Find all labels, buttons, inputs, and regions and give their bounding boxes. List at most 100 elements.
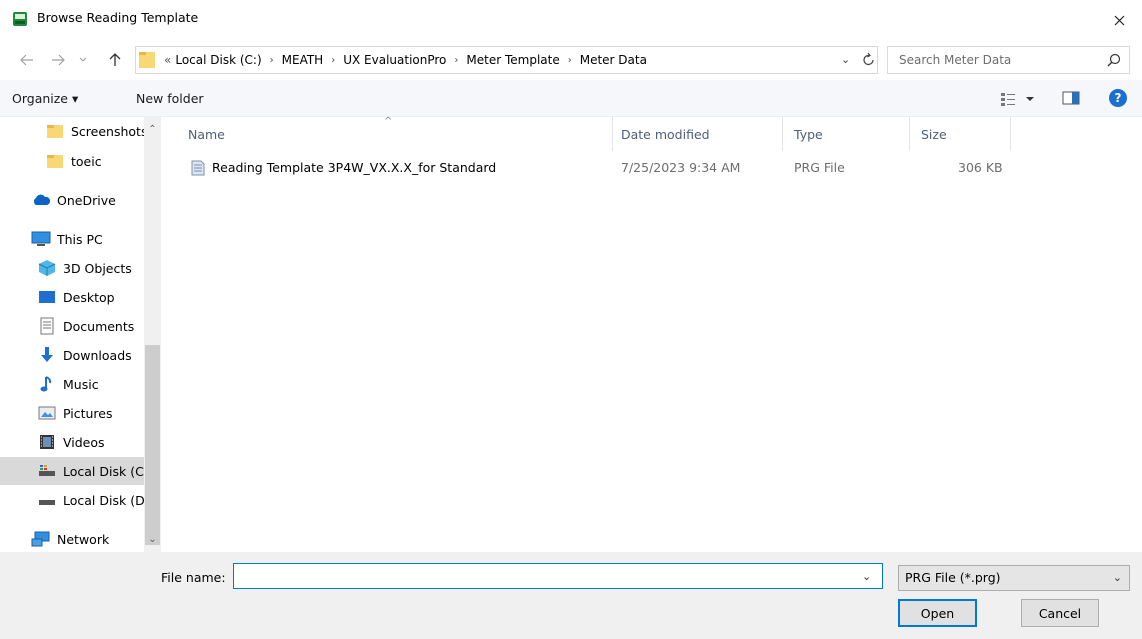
breadcrumb-item[interactable]: Local Disk (C:) bbox=[173, 53, 263, 67]
sidebar-item-label: 3D Objects bbox=[63, 260, 132, 276]
open-button[interactable]: Open bbox=[898, 599, 977, 627]
chevron-up-icon[interactable]: ⌃ bbox=[144, 121, 161, 138]
breadcrumb-item[interactable]: UX EvaluationPro bbox=[341, 53, 448, 67]
chevron-right-icon[interactable]: › bbox=[448, 55, 464, 66]
folder-icon bbox=[44, 152, 66, 170]
sidebar-item-this-pc[interactable]: This PC bbox=[0, 225, 144, 253]
column-divider[interactable] bbox=[1010, 117, 1011, 151]
chevron-down-icon[interactable]: ⌄ bbox=[144, 531, 161, 548]
sidebar-item-local-disk-d[interactable]: Local Disk (D:) bbox=[0, 486, 144, 514]
toolbar: Organize ▾ New folder ? bbox=[0, 80, 1142, 117]
breadcrumb-item[interactable]: Meter Template bbox=[464, 53, 561, 67]
forward-button[interactable] bbox=[48, 50, 68, 70]
search-input[interactable]: Search Meter Data bbox=[899, 53, 1011, 67]
breadcrumb-item[interactable]: Meter Data bbox=[578, 53, 649, 67]
file-icon bbox=[191, 160, 205, 176]
recent-locations-button[interactable] bbox=[77, 50, 89, 70]
chevron-right-icon[interactable]: › bbox=[562, 55, 578, 66]
sort-ascending-icon: ^ bbox=[384, 116, 393, 127]
file-date-modified: 7/25/2023 9:34 AM bbox=[621, 160, 741, 175]
column-header-type[interactable]: Type bbox=[794, 117, 823, 151]
sidebar-scrollbar[interactable]: ⌃ ⌄ bbox=[144, 117, 161, 552]
folder-icon bbox=[44, 122, 66, 140]
close-button[interactable] bbox=[1096, 0, 1142, 40]
chevron-right-icon[interactable]: › bbox=[325, 55, 341, 66]
column-divider[interactable] bbox=[612, 117, 613, 151]
column-divider[interactable] bbox=[782, 117, 783, 151]
file-size: 306 KB bbox=[958, 160, 1003, 175]
view-options-icon[interactable] bbox=[1000, 91, 1040, 107]
search-box[interactable]: Search Meter Data bbox=[887, 46, 1130, 74]
sidebar-item-label: Desktop bbox=[63, 289, 115, 305]
sidebar-item-local-disk-c[interactable]: Local Disk (C:) bbox=[0, 457, 144, 485]
table-row[interactable]: Reading Template 3P4W_VX.X.X_for Standar… bbox=[184, 157, 1004, 179]
sidebar-item-3d-objects[interactable]: 3D Objects bbox=[0, 254, 144, 282]
close-icon bbox=[1114, 15, 1124, 25]
address-bar[interactable]: « Local Disk (C:) › MEATH › UX Evaluatio… bbox=[135, 46, 878, 74]
sidebar-item-screenshots[interactable]: Screenshots bbox=[0, 117, 144, 145]
navigation-pane: Screenshots toeic OneDrive This PC 3D Ob… bbox=[0, 117, 162, 552]
back-button[interactable] bbox=[17, 50, 37, 70]
scrollbar-thumb[interactable] bbox=[145, 345, 160, 545]
sidebar-item-label: Network bbox=[57, 531, 110, 547]
sidebar-item-pictures[interactable]: Pictures bbox=[0, 399, 144, 427]
file-type-select[interactable]: PRG File (*.prg) ⌄ bbox=[898, 565, 1130, 591]
sidebar-item-label: Videos bbox=[63, 434, 105, 450]
cloud-icon bbox=[30, 191, 52, 209]
address-dropdown-button[interactable]: ⌄ bbox=[841, 53, 850, 66]
chevron-down-icon: ⌄ bbox=[1112, 571, 1122, 584]
column-header-name[interactable]: Name bbox=[188, 117, 225, 151]
address-row: « Local Disk (C:) › MEATH › UX Evaluatio… bbox=[0, 42, 1142, 78]
sidebar-item-desktop[interactable]: Desktop bbox=[0, 283, 144, 311]
network-icon bbox=[30, 530, 52, 548]
refresh-icon[interactable] bbox=[862, 51, 876, 67]
cancel-button[interactable]: Cancel bbox=[1021, 599, 1099, 627]
file-type-value: PRG File (*.prg) bbox=[905, 570, 1001, 585]
sidebar-item-label: Local Disk (D:) bbox=[63, 492, 144, 508]
up-button[interactable] bbox=[105, 50, 125, 70]
file-name: Reading Template 3P4W_VX.X.X_for Standar… bbox=[212, 160, 497, 175]
breadcrumb-overflow[interactable]: « bbox=[162, 53, 173, 67]
chevron-down-icon bbox=[79, 57, 87, 62]
new-folder-button[interactable]: New folder bbox=[136, 91, 204, 106]
organize-button[interactable]: Organize ▾ bbox=[12, 91, 78, 106]
folder-icon bbox=[139, 52, 155, 68]
sidebar-item-toeic[interactable]: toeic bbox=[0, 147, 144, 175]
file-type: PRG File bbox=[794, 160, 845, 175]
sidebar-item-music[interactable]: Music bbox=[0, 370, 144, 398]
app-icon bbox=[13, 12, 27, 26]
file-name-input[interactable] bbox=[233, 563, 883, 589]
column-header-size[interactable]: Size bbox=[921, 117, 947, 151]
sidebar-item-label: OneDrive bbox=[57, 192, 116, 208]
sidebar-item-network[interactable]: Network bbox=[0, 525, 144, 552]
sidebar-item-label: Local Disk (C:) bbox=[63, 463, 144, 479]
cube-icon bbox=[36, 259, 58, 277]
sidebar-item-label: Music bbox=[63, 376, 99, 392]
search-icon[interactable] bbox=[1107, 53, 1121, 67]
desktop-icon bbox=[36, 288, 58, 306]
sidebar-item-documents[interactable]: Documents bbox=[0, 312, 144, 340]
file-name-label: File name: bbox=[161, 570, 226, 585]
chevron-right-icon[interactable]: › bbox=[264, 55, 280, 66]
arrow-left-icon bbox=[20, 54, 33, 66]
preview-pane-icon[interactable] bbox=[1062, 90, 1080, 106]
document-icon bbox=[36, 317, 58, 335]
chevron-down-icon[interactable]: ⌄ bbox=[862, 570, 871, 583]
title-bar: Browse Reading Template bbox=[0, 0, 1142, 40]
sidebar-item-label: Screenshots bbox=[71, 123, 144, 139]
window-title: Browse Reading Template bbox=[37, 10, 199, 25]
sidebar-item-downloads[interactable]: Downloads bbox=[0, 341, 144, 369]
help-icon[interactable]: ? bbox=[1109, 89, 1127, 107]
sidebar-item-onedrive[interactable]: OneDrive bbox=[0, 186, 144, 214]
sidebar-item-label: toeic bbox=[71, 153, 102, 169]
download-icon bbox=[36, 346, 58, 364]
arrow-right-icon bbox=[52, 54, 65, 66]
breadcrumb-item[interactable]: MEATH bbox=[280, 53, 326, 67]
drive-icon bbox=[36, 462, 58, 480]
column-divider[interactable] bbox=[909, 117, 910, 151]
file-list: ^ Name Date modified Type Size Reading T… bbox=[162, 116, 1142, 552]
music-icon bbox=[36, 375, 58, 393]
sidebar-item-label: This PC bbox=[57, 231, 103, 247]
sidebar-item-videos[interactable]: Videos bbox=[0, 428, 144, 456]
column-header-date-modified[interactable]: Date modified bbox=[621, 117, 710, 151]
